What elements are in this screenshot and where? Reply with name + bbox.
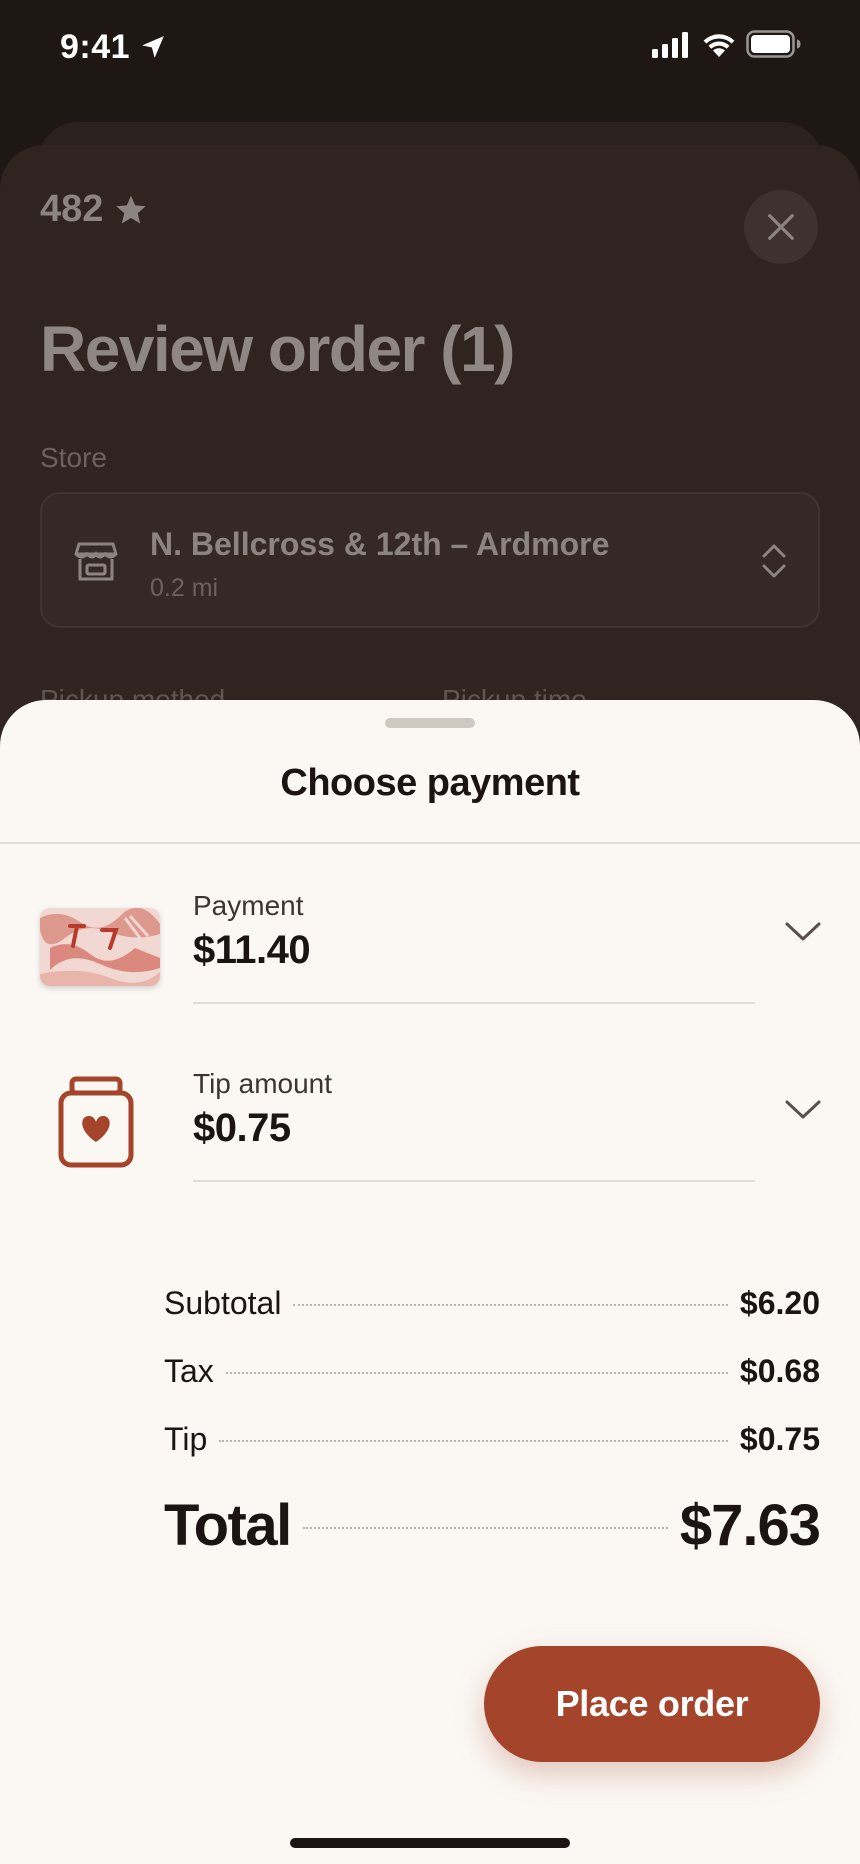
wifi-icon xyxy=(703,34,735,57)
tax-label: Tax xyxy=(164,1353,214,1389)
store-selector[interactable]: N. Bellcross & 12th – Ardmore 0.2 mi xyxy=(40,492,820,628)
choose-payment-sheet: Choose payment Payment $11.40 Tip amount… xyxy=(0,700,860,1864)
page-title: Review order (1) xyxy=(40,313,515,385)
total-row: Total $7.63 xyxy=(164,1492,821,1559)
payment-amount: $11.40 xyxy=(193,928,311,972)
tip-row: Tip $0.75 xyxy=(164,1421,820,1458)
tip-jar-icon xyxy=(58,1076,134,1168)
sheet-title: Choose payment xyxy=(280,762,580,804)
rating: 482 xyxy=(40,188,149,231)
rating-count: 482 xyxy=(40,188,104,230)
tip-amount: $0.75 xyxy=(193,1106,291,1150)
dotted-leader xyxy=(302,1527,668,1529)
divider xyxy=(193,1002,755,1004)
store-name: N. Bellcross & 12th – Ardmore xyxy=(150,526,610,562)
tip-summary-label: Tip xyxy=(164,1421,208,1457)
total-label: Total xyxy=(164,1493,292,1558)
gift-card-thumbnail xyxy=(40,908,160,986)
chevron-up-down-icon xyxy=(762,544,786,578)
payment-label: Payment xyxy=(193,890,304,921)
tip-selector[interactable]: Tip amount $0.75 xyxy=(0,1068,860,1238)
chevron-down-icon xyxy=(785,922,821,941)
storefront-icon xyxy=(74,542,118,581)
total-value: $7.63 xyxy=(679,1493,821,1558)
status-time: 9:41 xyxy=(60,28,131,66)
payment-selector[interactable]: Payment $11.40 xyxy=(0,890,860,1060)
subtotal-label: Subtotal xyxy=(164,1285,282,1321)
close-icon xyxy=(768,214,794,240)
star-icon xyxy=(116,195,147,223)
dotted-leader xyxy=(219,1440,728,1442)
tip-label: Tip amount xyxy=(193,1068,333,1099)
home-indicator[interactable] xyxy=(290,1838,570,1848)
chevron-down-icon xyxy=(785,1100,821,1119)
tip-summary-value: $0.75 xyxy=(739,1421,820,1457)
divider xyxy=(0,842,860,844)
signal-icon xyxy=(652,32,688,58)
battery-icon xyxy=(746,30,801,58)
dotted-leader xyxy=(225,1372,728,1374)
tax-value: $0.68 xyxy=(739,1353,820,1389)
close-button[interactable] xyxy=(744,190,818,264)
location-arrow-icon xyxy=(142,36,164,58)
dotted-leader xyxy=(293,1304,728,1306)
tax-row: Tax $0.68 xyxy=(164,1353,820,1390)
store-label: Store xyxy=(40,442,107,473)
sheet-grabber[interactable] xyxy=(385,718,475,728)
subtotal-row: Subtotal $6.20 xyxy=(164,1285,820,1322)
store-distance: 0.2 mi xyxy=(150,574,219,602)
status-bar: 9:41 xyxy=(0,0,860,100)
subtotal-value: $6.20 xyxy=(739,1285,820,1321)
place-order-button[interactable]: Place order xyxy=(484,1646,820,1762)
divider xyxy=(193,1180,755,1182)
